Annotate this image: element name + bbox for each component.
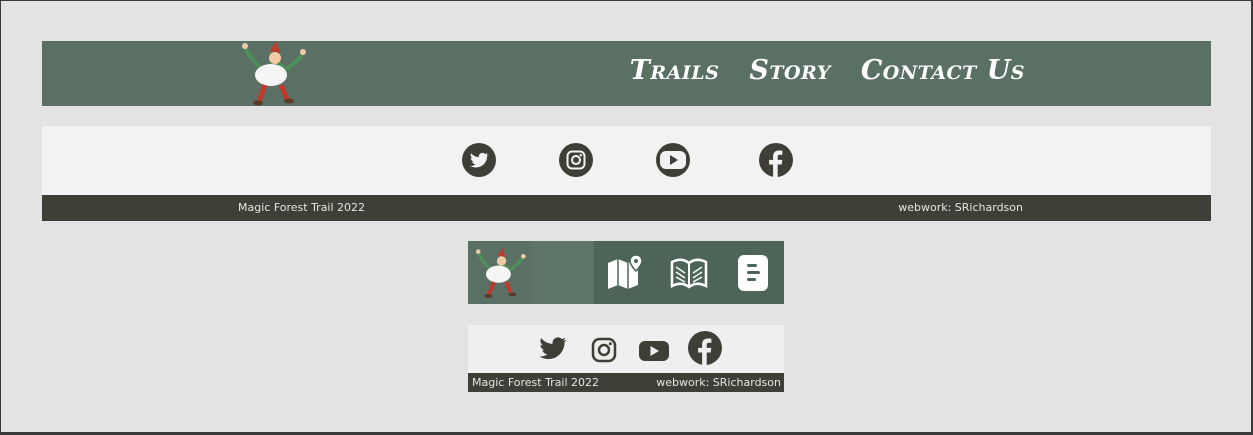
gnome-logo[interactable] bbox=[237, 41, 309, 106]
desktop-header: Trails Story Contact Us bbox=[42, 41, 1211, 106]
instagram-icon[interactable] bbox=[591, 337, 617, 367]
mobile-header bbox=[468, 241, 784, 304]
youtube-icon[interactable] bbox=[638, 339, 670, 367]
twitter-icon[interactable] bbox=[462, 143, 496, 177]
desktop-nav: Trails Story Contact Us bbox=[630, 55, 1025, 86]
footer-credit: webwork: SRichardson bbox=[898, 201, 1023, 214]
desktop-social-icons bbox=[462, 143, 795, 179]
nav-link-contact-us[interactable]: Contact Us bbox=[861, 55, 1025, 86]
mobile-logo-cell bbox=[468, 241, 531, 304]
book-icon[interactable] bbox=[669, 253, 709, 293]
desktop-footer: Magic Forest Trail 2022 webwork: SRichar… bbox=[42, 195, 1211, 221]
contact-card-icon[interactable] bbox=[733, 253, 773, 293]
mobile-social-bar bbox=[468, 325, 784, 373]
facebook-icon[interactable] bbox=[759, 143, 793, 177]
youtube-icon[interactable] bbox=[656, 143, 690, 177]
nav-link-story[interactable]: Story bbox=[749, 55, 830, 86]
footer-copyright: Magic Forest Trail 2022 bbox=[472, 376, 600, 389]
facebook-icon[interactable] bbox=[688, 331, 722, 369]
footer-copyright: Magic Forest Trail 2022 bbox=[238, 201, 366, 214]
twitter-icon[interactable] bbox=[539, 337, 567, 365]
map-icon[interactable] bbox=[606, 253, 646, 293]
gnome-logo[interactable] bbox=[472, 245, 528, 301]
footer-credit: webwork: SRichardson bbox=[656, 376, 781, 389]
mobile-nav-spacer bbox=[531, 241, 594, 304]
nav-link-trails[interactable]: Trails bbox=[630, 55, 720, 86]
page-canvas: Trails Story Contact Us Magic Forest Tra… bbox=[1, 1, 1251, 432]
instagram-icon[interactable] bbox=[559, 143, 593, 177]
mobile-footer: Magic Forest Trail 2022 webwork: SRichar… bbox=[468, 373, 784, 392]
desktop-social-bar bbox=[42, 126, 1211, 195]
